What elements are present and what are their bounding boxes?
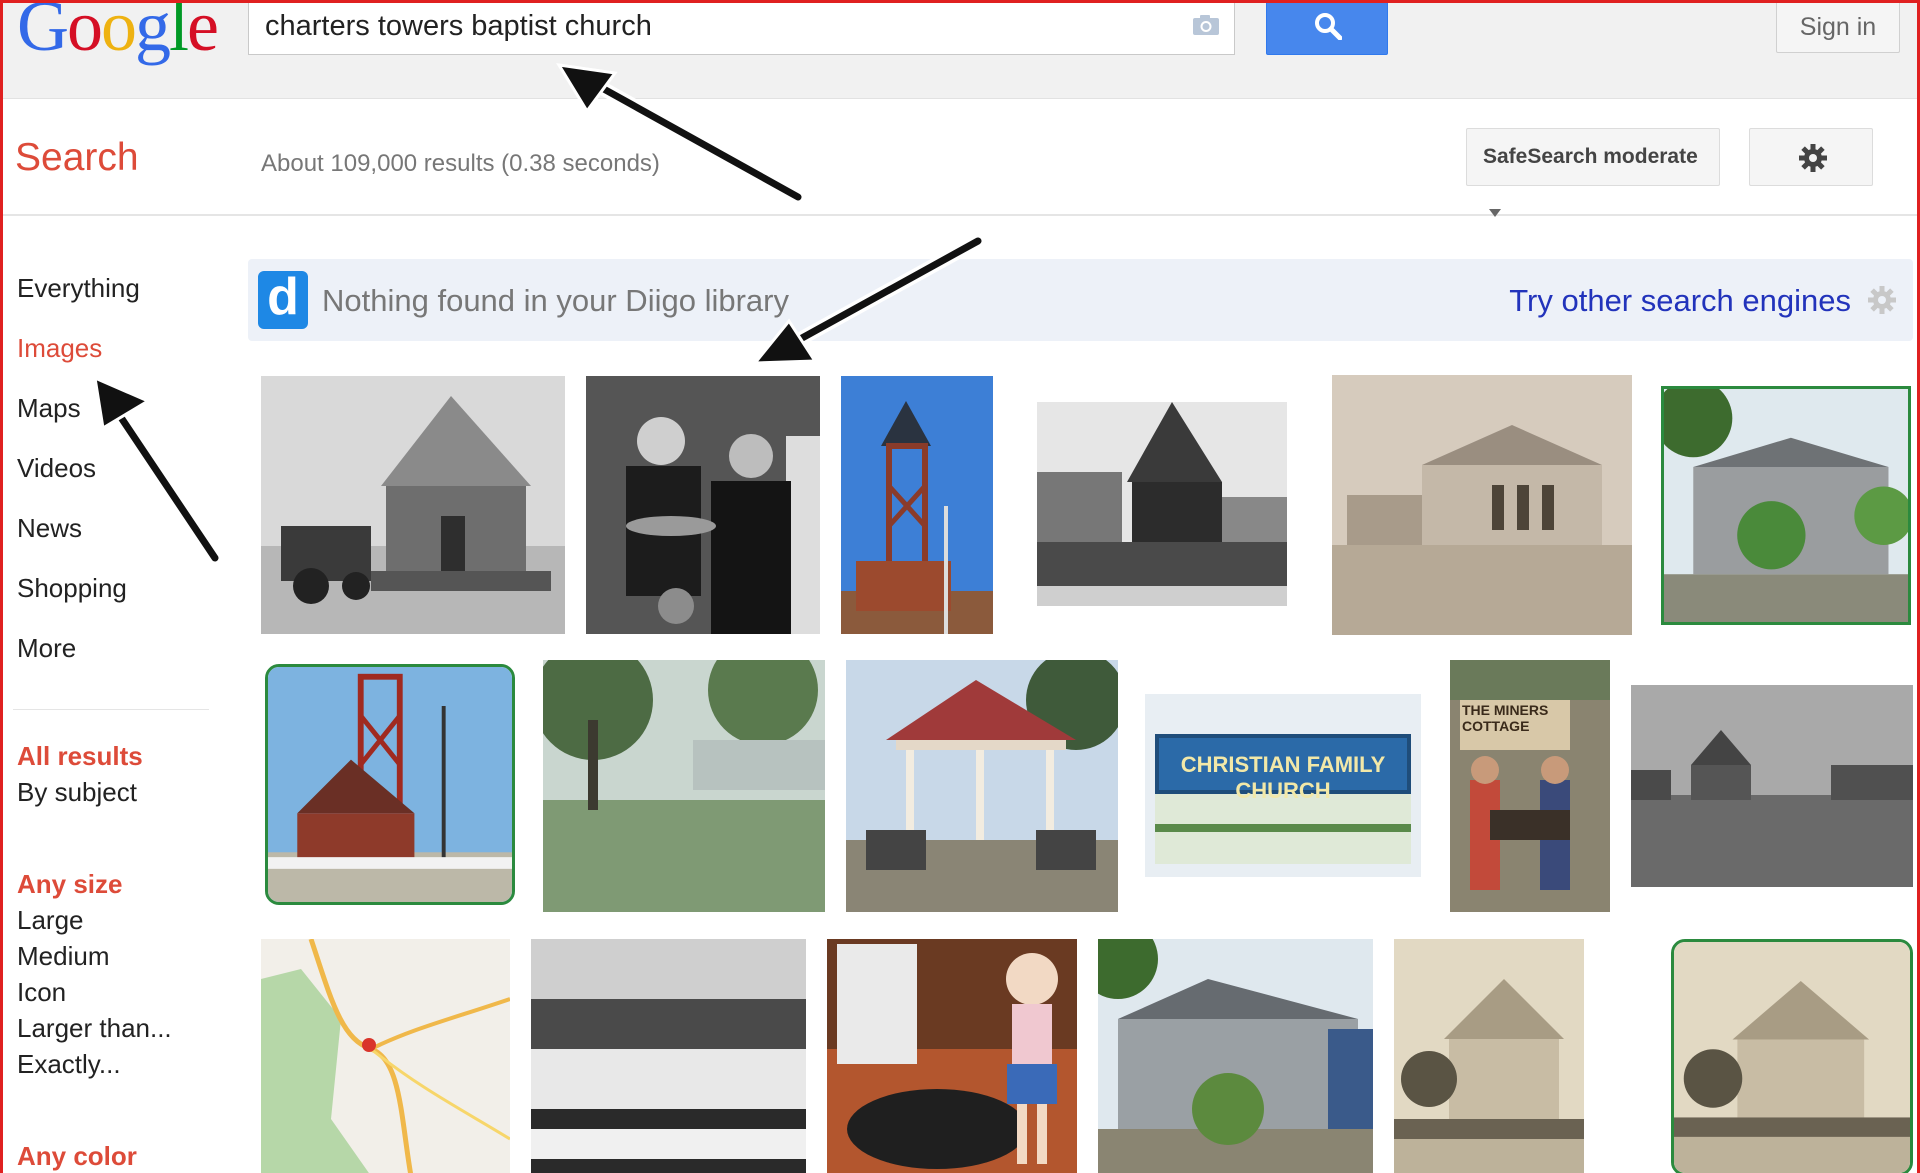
nav-divider [13, 709, 209, 710]
settings-button[interactable] [1749, 128, 1873, 186]
logo-letter: e [187, 0, 219, 66]
result-stats: About 109,000 results (0.38 seconds) [261, 150, 660, 177]
child-suitcase-thumbnail [827, 939, 1077, 1173]
image-result[interactable] [261, 376, 565, 634]
try-other-search-engines-link[interactable]: Try other search engines [1509, 283, 1851, 319]
filter-size-icon[interactable]: Icon [17, 977, 66, 1008]
image-result[interactable] [531, 939, 806, 1173]
bell-tower-thumbnail [841, 376, 993, 634]
search-input[interactable] [265, 6, 1165, 46]
search-tools-bar: Search About 109,000 results (0.38 secon… [3, 100, 1917, 218]
logo-letter: l [169, 0, 189, 66]
couple-portrait-thumbnail [586, 376, 820, 634]
old-town-photo-thumbnail [1631, 685, 1913, 887]
logo-letter: o [67, 0, 103, 66]
brick-church-crowd-thumbnail [1037, 402, 1287, 606]
park-trees-thumbnail [543, 660, 825, 912]
image-result[interactable] [265, 664, 515, 905]
stone-building-thumbnail [1332, 375, 1632, 635]
filter-any-color[interactable]: Any color [17, 1141, 137, 1172]
filter-size-larger-than[interactable]: Larger than... [17, 1013, 172, 1044]
filter-size-large[interactable]: Large [17, 905, 84, 936]
google-logo[interactable]: Google [17, 0, 219, 68]
image-result[interactable] [1394, 939, 1584, 1173]
image-result[interactable] [586, 376, 820, 634]
logo-letter: g [135, 0, 171, 66]
red-church-tower-thumbnail [268, 667, 512, 902]
safesearch-label: SafeSearch moderate [1483, 145, 1698, 168]
sepia-church-framed-thumbnail [1674, 942, 1910, 1173]
caret-down-icon [1489, 209, 1501, 218]
gear-icon[interactable] [1867, 285, 1897, 315]
image-result[interactable] [1661, 386, 1911, 625]
top-bar: Google Sign in [3, 0, 1917, 99]
filter-all-results[interactable]: All results [17, 741, 143, 772]
church-photo-thumbnail [261, 376, 565, 634]
image-result[interactable] [846, 660, 1118, 912]
image-result[interactable] [1037, 402, 1287, 606]
sign-in-button[interactable]: Sign in [1776, 3, 1900, 53]
filter-by-subject[interactable]: By subject [17, 777, 137, 808]
image-result[interactable] [543, 660, 825, 912]
grey-building-trees-thumbnail [1664, 389, 1908, 622]
filter-size-exactly[interactable]: Exactly... [17, 1049, 121, 1080]
image-result[interactable] [1098, 939, 1373, 1173]
building-trees-thumbnail [1098, 939, 1373, 1173]
logo-letter: G [17, 0, 69, 66]
camera-icon[interactable] [1192, 14, 1220, 36]
left-nav: Everything Images Maps Videos News Shopp… [3, 217, 218, 1173]
image-result[interactable] [1671, 939, 1913, 1173]
image-result[interactable] [261, 939, 510, 1173]
nav-shopping[interactable]: Shopping [17, 573, 127, 604]
nav-everything[interactable]: Everything [17, 273, 140, 304]
gear-icon [1799, 144, 1827, 172]
diigo-message: Nothing found in your Diigo library [322, 283, 789, 318]
logo-letter: o [101, 0, 137, 66]
screenshot-frame: Google Sign in Search About 109,000 resu… [0, 0, 1920, 1173]
filter-size-medium[interactable]: Medium [17, 941, 109, 972]
image-result[interactable] [841, 376, 993, 634]
image-result[interactable] [827, 939, 1077, 1173]
sepia-church-thumbnail [1394, 939, 1584, 1173]
nav-news[interactable]: News [17, 513, 82, 544]
church-sign-text: CHRISTIAN FAMILY CHURCH [1180, 752, 1386, 803]
image-result[interactable] [1631, 685, 1913, 887]
search-button[interactable] [1266, 3, 1388, 55]
nav-more[interactable]: More [17, 633, 76, 664]
image-result[interactable]: CHRISTIAN FAMILY CHURCH [1145, 694, 1421, 877]
nav-images[interactable]: Images [17, 333, 102, 364]
image-result[interactable] [1332, 375, 1632, 635]
search-box [248, 3, 1235, 55]
magnifier-icon [1315, 13, 1342, 40]
nav-maps[interactable]: Maps [17, 393, 81, 424]
filter-any-size[interactable]: Any size [17, 869, 123, 900]
diigo-logo-icon[interactable]: d [258, 271, 308, 329]
safesearch-dropdown[interactable]: SafeSearch moderate [1466, 128, 1720, 218]
cottage-sign-text: THE MINERS COTTAGE [1462, 702, 1549, 734]
miners-cottage-thumbnail [1450, 660, 1610, 912]
nav-videos[interactable]: Videos [17, 453, 96, 484]
diigo-banner: d Nothing found in your Diigo library Tr… [248, 259, 1913, 341]
map-thumbnail [261, 939, 510, 1173]
group-photo-thumbnail [531, 939, 806, 1173]
image-result[interactable]: THE MINERS COTTAGE [1450, 660, 1610, 912]
rotunda-thumbnail [846, 660, 1118, 912]
search-label: Search [15, 136, 139, 179]
